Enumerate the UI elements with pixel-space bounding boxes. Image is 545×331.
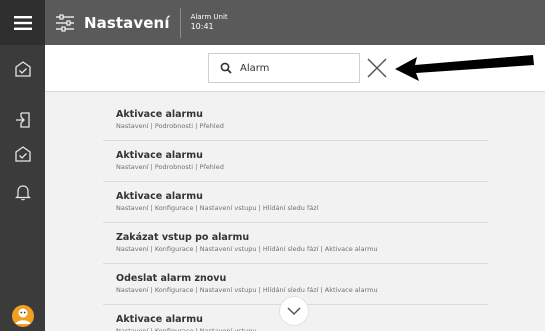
side-rail [0, 0, 45, 331]
sliders-icon [56, 13, 74, 32]
header-divider [179, 7, 181, 38]
result-title: Zakázat vstup po alarmu [116, 232, 250, 243]
chevron-down-icon [287, 306, 301, 315]
avatar[interactable] [0, 300, 45, 331]
search-bar [45, 45, 545, 92]
result-path: Nastavení | Podrobnosti | Přehled [116, 163, 224, 171]
result-title: Aktivace alarmu [116, 109, 203, 120]
result-path: Nastavení | Podrobnosti | Přehled [116, 122, 224, 130]
clear-search-button[interactable] [365, 56, 389, 80]
bell-icon [14, 185, 31, 201]
unit-info: Alarm Unit 10:41 [191, 13, 228, 32]
top-bar: Nastavení Alarm Unit 10:41 [45, 0, 545, 45]
home-icon [14, 61, 31, 77]
scroll-down-button[interactable] [279, 296, 309, 326]
alarms-button[interactable] [0, 178, 45, 206]
search-box[interactable] [208, 53, 360, 83]
home-button[interactable] [0, 52, 45, 86]
result-title: Odeslat alarm znovu [116, 273, 227, 284]
search-input[interactable] [240, 62, 350, 74]
result-item[interactable]: Zakázat vstup po alarmu Nastavení | Konfi… [103, 223, 488, 264]
menu-icon [13, 15, 32, 30]
page-title: Nastavení [84, 13, 170, 32]
result-item[interactable]: Aktivace alarmu Nastavení | Podrobnosti |… [103, 141, 488, 182]
result-title: Aktivace alarmu [116, 150, 203, 161]
arrow-icon [395, 55, 534, 81]
close-icon [367, 58, 387, 78]
menu-button[interactable] [0, 0, 45, 45]
result-item[interactable]: Aktivace alarmu Nastavení | Podrobnosti |… [103, 100, 488, 141]
result-item[interactable]: Aktivace alarmu Nastavení | Konfigurace |… [103, 182, 488, 223]
status-button[interactable] [0, 140, 45, 168]
result-path: Nastavení | Konfigurace | Nastavení vstu… [116, 327, 257, 331]
check-house-icon [14, 146, 31, 162]
result-title: Aktivace alarmu [116, 191, 203, 202]
settings-toggle[interactable] [54, 12, 76, 34]
unit-name: Alarm Unit [190, 13, 228, 21]
result-path: Nastavení | Konfigurace | Nastavení vstu… [116, 204, 319, 212]
result-path: Nastavení | Konfigurace | Nastavení vstu… [116, 286, 378, 294]
result-path: Nastavení | Konfigurace | Nastavení vstu… [116, 245, 378, 253]
logout-button[interactable] [0, 106, 45, 134]
avatar-icon [11, 304, 34, 327]
search-icon [219, 61, 233, 75]
unit-time: 10:41 [190, 22, 214, 31]
logout-icon [15, 112, 30, 128]
